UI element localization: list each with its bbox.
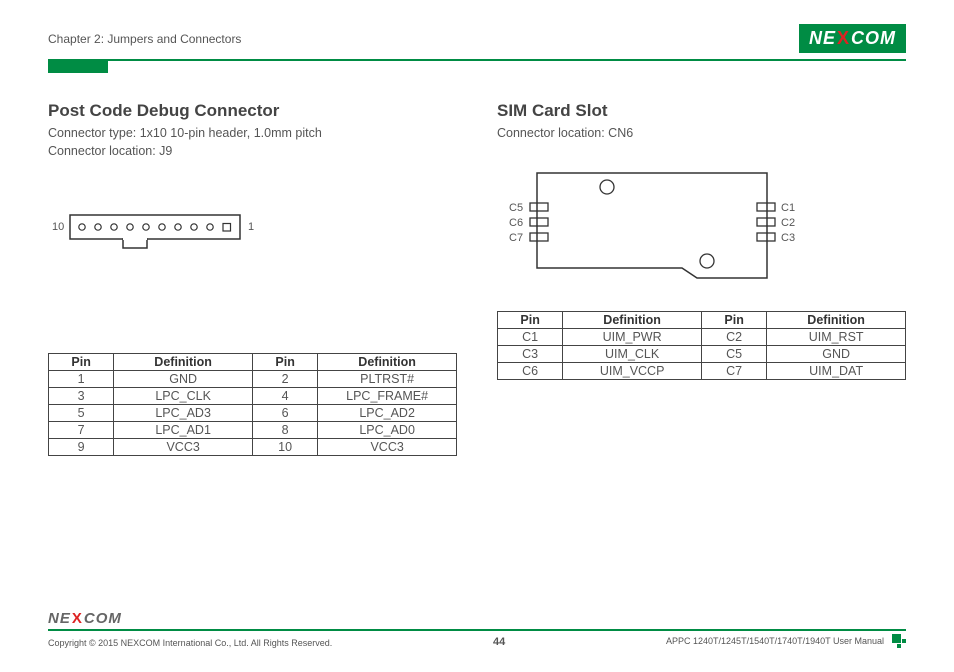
postcode-pin-table: Pin Definition Pin Definition 1GND2PLTRS… xyxy=(48,353,457,456)
table-row: C1UIM_PWRC2UIM_RST xyxy=(498,328,906,345)
th-pin: Pin xyxy=(498,311,563,328)
sim-pin-table: Pin Definition Pin Definition C1UIM_PWRC… xyxy=(497,311,906,380)
footer-rule xyxy=(48,629,906,631)
table-row: C6UIM_VCCPC7UIM_DAT xyxy=(498,362,906,379)
footer-manual: APPC 1240T/1245T/1540T/1740T/1940T User … xyxy=(666,636,884,646)
brand-post: COM xyxy=(851,28,896,49)
table-row: 1GND2PLTRST# xyxy=(49,371,457,388)
footer-brand: NEXCOM xyxy=(48,610,906,627)
footer-squares-icon xyxy=(892,634,906,648)
brand-x: X xyxy=(836,28,851,49)
postcode-type: Connector type: 1x10 10-pin header, 1.0m… xyxy=(48,125,457,143)
th-def: Definition xyxy=(767,311,906,328)
table-row: C3UIM_CLKC5GND xyxy=(498,345,906,362)
svg-text:C3: C3 xyxy=(781,232,795,244)
svg-text:C6: C6 xyxy=(509,217,523,229)
table-row: 7LPC_AD18LPC_AD0 xyxy=(49,422,457,439)
brand-logo: NEXCOM xyxy=(799,24,906,53)
table-row: 3LPC_CLK4LPC_FRAME# xyxy=(49,388,457,405)
th-pin: Pin xyxy=(49,354,114,371)
page-number: 44 xyxy=(493,636,505,648)
th-pin: Pin xyxy=(252,354,317,371)
svg-text:C2: C2 xyxy=(781,217,795,229)
th-pin: Pin xyxy=(701,311,766,328)
pin-label-1: 1 xyxy=(248,221,254,233)
header-tab xyxy=(48,59,108,73)
svg-text:C7: C7 xyxy=(509,232,523,244)
postcode-diagram: 10 1 xyxy=(48,205,457,335)
sim-diagram: C5 C6 C7 C1 C2 C3 xyxy=(497,163,906,293)
table-row: 5LPC_AD36LPC_AD2 xyxy=(49,405,457,422)
footer-copyright: Copyright © 2015 NEXCOM International Co… xyxy=(48,638,332,648)
header-rule xyxy=(48,59,906,61)
postcode-location: Connector location: J9 xyxy=(48,143,457,161)
table-row: 9VCC310VCC3 xyxy=(49,439,457,456)
section-title-postcode: Post Code Debug Connector xyxy=(48,101,457,121)
pin-label-10: 10 xyxy=(52,221,64,233)
svg-text:C1: C1 xyxy=(781,202,795,214)
brand-pre: NE xyxy=(809,28,836,49)
svg-text:C5: C5 xyxy=(509,202,523,214)
sim-location: Connector location: CN6 xyxy=(497,125,906,143)
chapter-title: Chapter 2: Jumpers and Connectors xyxy=(48,32,241,46)
th-def: Definition xyxy=(114,354,253,371)
th-def: Definition xyxy=(563,311,702,328)
section-title-sim: SIM Card Slot xyxy=(497,101,906,121)
th-def: Definition xyxy=(318,354,457,371)
